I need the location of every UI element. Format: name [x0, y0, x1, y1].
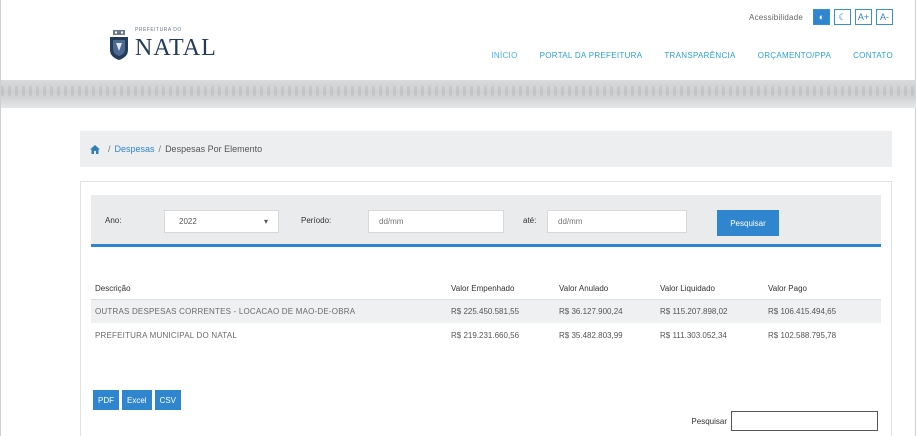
- header-banner: [1, 80, 916, 108]
- nav-item-contato[interactable]: CONTATO: [853, 51, 893, 60]
- column-header-descricao[interactable]: Descrição: [91, 279, 447, 300]
- search-button[interactable]: Pesquisar: [717, 210, 779, 236]
- chevron-down-icon: ▾: [263, 217, 268, 226]
- font-increase-button[interactable]: A+: [855, 9, 872, 25]
- period-label: Período:: [301, 216, 332, 225]
- breadcrumb-current: Despesas Por Elemento: [165, 144, 263, 154]
- export-pdf-button[interactable]: PDF: [93, 390, 119, 410]
- to-label: até:: [523, 216, 537, 225]
- column-header-pago[interactable]: Valor Pago: [764, 279, 881, 300]
- export-excel-button[interactable]: Excel: [122, 390, 152, 410]
- cell-pago: R$ 102.588.795,78: [768, 330, 837, 340]
- dark-mode-button[interactable]: ☾: [834, 9, 851, 25]
- cell-descricao: OUTRAS DESPESAS CORRENTES - LOCACAO DE M…: [91, 299, 447, 323]
- cell-descricao: PREFEITURA MUNICIPAL DO NATAL: [95, 330, 237, 340]
- cell-empenhado: R$ 225.450.581,55: [447, 299, 555, 323]
- export-buttons: PDF Excel CSV: [93, 390, 182, 410]
- nav-item-portal[interactable]: PORTAL DA PREFEITURA: [540, 51, 643, 60]
- expenses-table: Descrição Valor Empenhado Valor Anulado …: [91, 279, 881, 347]
- year-select[interactable]: 2022 ▾: [164, 210, 279, 233]
- nav-item-inicio[interactable]: INÍCIO: [491, 51, 517, 60]
- accessibility-label: Acessibilidade: [749, 12, 803, 22]
- table-row[interactable]: PREFEITURA MUNICIPAL DO NATAL R$ 219.231…: [91, 323, 881, 347]
- logo-subtitle: PREFEITURA DO: [135, 27, 182, 33]
- cell-empenhado: R$ 219.231.660,56: [451, 330, 520, 340]
- export-csv-button[interactable]: CSV: [154, 390, 182, 410]
- table-search-input[interactable]: [731, 411, 878, 431]
- period-start-input[interactable]: [368, 210, 504, 233]
- content-panel: Ano: 2022 ▾ Período: até: Pesquisar Desc…: [80, 181, 892, 436]
- cell-anulado: R$ 36.127.900,24: [555, 299, 656, 323]
- table-row[interactable]: OUTRAS DESPESAS CORRENTES - LOCACAO DE M…: [91, 299, 881, 323]
- page-frame: Acessibilidade ◐ ☾ A+ A- PREFEITURA DO N…: [0, 0, 916, 436]
- table-search-label: Pesquisar: [691, 416, 727, 426]
- table-header-row: Descrição Valor Empenhado Valor Anulado …: [91, 279, 881, 300]
- coat-of-arms-icon: [110, 30, 128, 60]
- breadcrumb: / Despesas / Despesas Por Elemento: [80, 131, 892, 167]
- breadcrumb-link-despesas[interactable]: Despesas: [115, 144, 155, 154]
- table-search: Pesquisar: [691, 411, 878, 431]
- column-header-anulado[interactable]: Valor Anulado: [555, 279, 656, 300]
- font-decrease-button[interactable]: A-: [876, 9, 893, 25]
- cell-liquidado: R$ 111.303.052,34: [660, 330, 727, 340]
- nav-item-transparencia[interactable]: TRANSPARÊNCIA: [664, 51, 735, 60]
- logo-title: NATAL: [135, 35, 217, 61]
- cell-anulado: R$ 35.482.803,99: [559, 330, 623, 340]
- cell-liquidado: R$ 115.207.898,02: [656, 299, 764, 323]
- accessibility-bar: Acessibilidade ◐ ☾ A+ A-: [749, 9, 893, 25]
- breadcrumb-separator: /: [108, 144, 111, 154]
- column-header-empenhado[interactable]: Valor Empenhado: [447, 279, 555, 300]
- cell-pago: R$ 106.415.494,65: [764, 299, 881, 323]
- site-logo[interactable]: PREFEITURA DO NATAL: [109, 28, 217, 60]
- year-label: Ano:: [105, 216, 122, 225]
- breadcrumb-separator: /: [158, 144, 162, 154]
- nav-item-orcamento[interactable]: ORÇAMENTO/PPA: [758, 51, 831, 60]
- contrast-button[interactable]: ◐: [813, 9, 830, 25]
- year-value: 2022: [179, 217, 197, 226]
- column-header-liquidado[interactable]: Valor Liquidado: [656, 279, 764, 300]
- main-nav: INÍCIO PORTAL DA PREFEITURA TRANSPARÊNCI…: [491, 51, 893, 60]
- period-end-input[interactable]: [547, 210, 687, 233]
- filter-bar: Ano: 2022 ▾ Período: até: Pesquisar: [91, 195, 881, 247]
- home-icon[interactable]: [90, 144, 100, 154]
